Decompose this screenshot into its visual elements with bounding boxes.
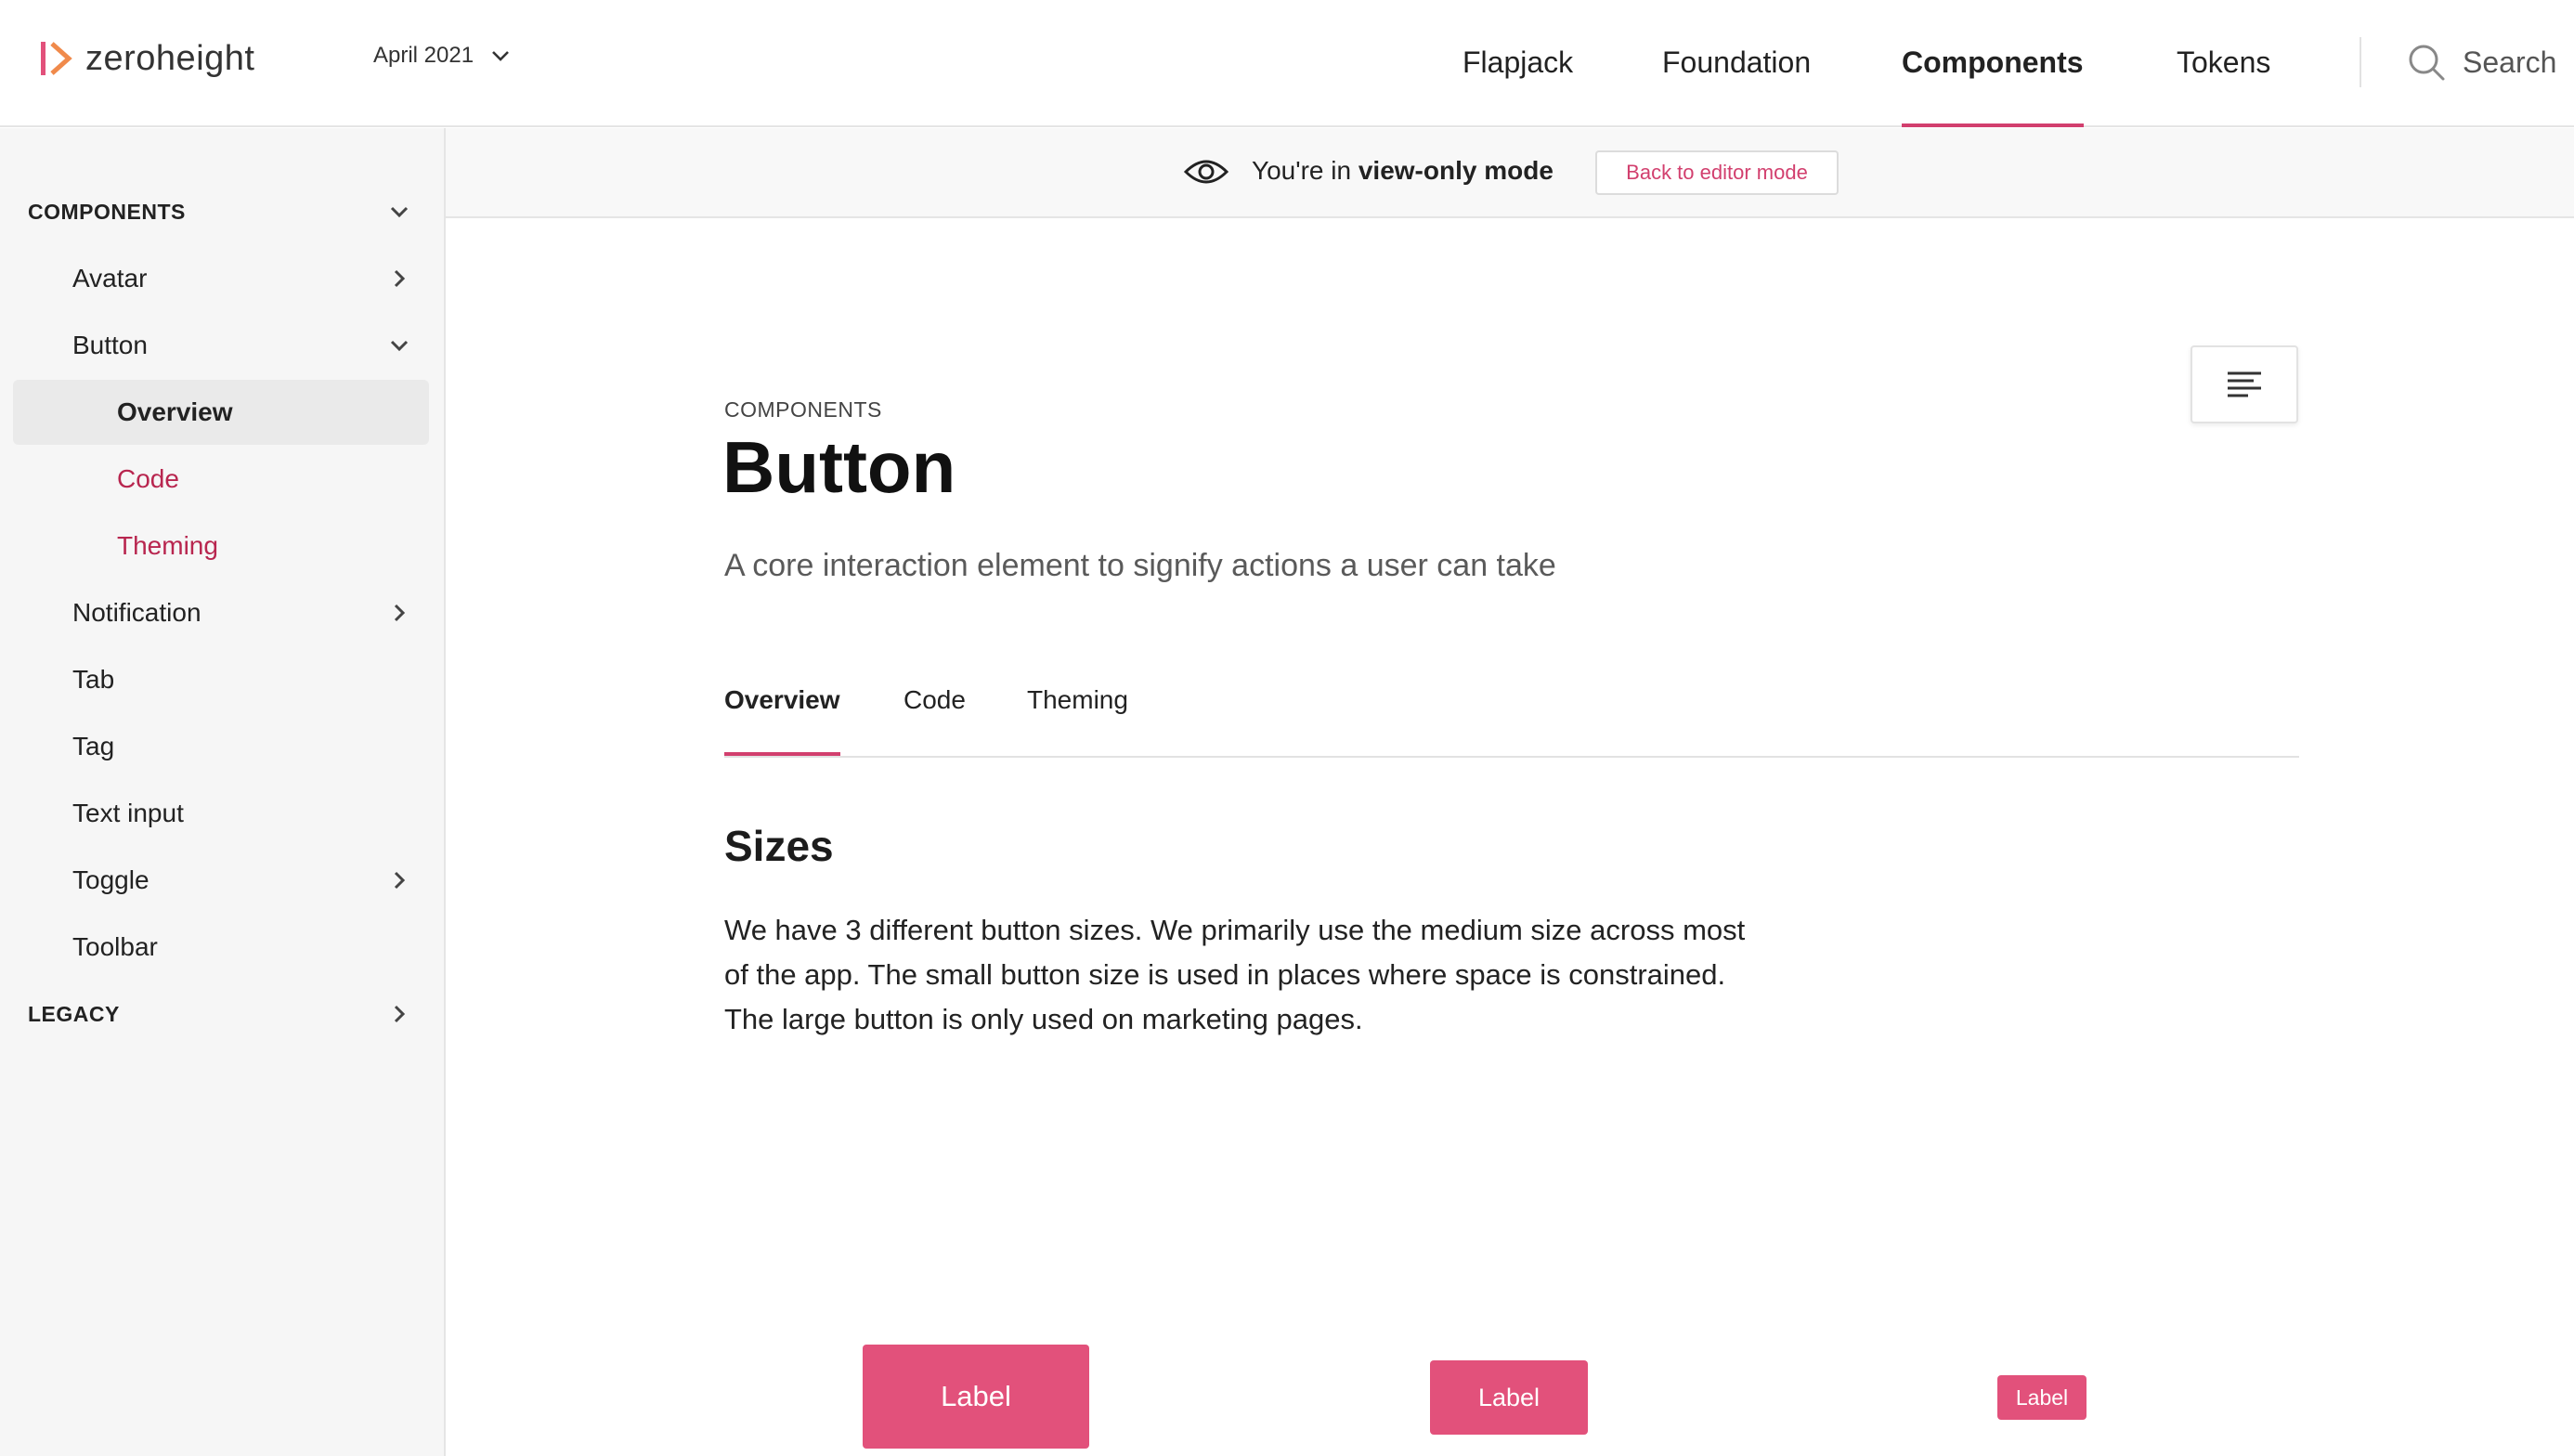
chevron-down-icon[interactable] xyxy=(388,201,410,223)
chevron-down-icon[interactable] xyxy=(388,334,410,357)
tab-theming[interactable]: Theming xyxy=(1027,685,1128,756)
sidebar-item-code[interactable]: Code xyxy=(13,447,429,512)
sidebar-item-label: Toolbar xyxy=(72,932,158,961)
page-subtitle: A core interaction element to signify ac… xyxy=(724,548,1556,583)
chevron-right-icon[interactable] xyxy=(388,602,410,624)
back-to-editor-button[interactable]: Back to editor mode xyxy=(1595,150,1839,195)
eye-icon xyxy=(1183,160,1229,184)
table-of-contents-icon xyxy=(2228,371,2261,397)
table-of-contents-button[interactable] xyxy=(2190,345,2298,423)
nav-tokens[interactable]: Tokens xyxy=(2177,39,2270,127)
page-title: Button xyxy=(722,426,956,508)
tab-code[interactable]: Code xyxy=(904,685,966,756)
nav-flapjack[interactable]: Flapjack xyxy=(1462,39,1573,127)
view-only-banner: You're in view-only mode Back to editor … xyxy=(446,128,2574,218)
top-nav: Flapjack Foundation Components Tokens xyxy=(0,39,2574,127)
sizes-description: We have 3 different button sizes. We pri… xyxy=(724,914,1746,1035)
sidebar-section-legacy[interactable]: LEGACY xyxy=(13,982,429,1046)
search-label: Search xyxy=(2463,45,2557,79)
sidebar-item-notification[interactable]: Notification xyxy=(13,580,429,645)
top-bar: zeroheight April 2021 Flapjack Foundatio… xyxy=(0,0,2574,127)
large-button-example[interactable]: Label xyxy=(863,1345,1089,1449)
view-only-message: You're in view-only mode xyxy=(1252,156,1554,186)
sidebar-item-label: Button xyxy=(72,331,148,359)
tab-overview[interactable]: Overview xyxy=(724,685,840,756)
page-tabs: Overview Code Theming xyxy=(724,669,2299,758)
chevron-right-icon[interactable] xyxy=(388,267,410,290)
section-heading-sizes: Sizes xyxy=(724,822,834,870)
sidebar-item-label: COMPONENTS xyxy=(28,199,186,224)
search-icon xyxy=(2409,45,2445,81)
sidebar-item-label: Toggle xyxy=(72,865,150,894)
sidebar-item-label: Code xyxy=(117,464,179,493)
sidebar-item-label: Text input xyxy=(72,799,184,827)
sidebar-item-text-input[interactable]: Text input xyxy=(13,781,429,846)
sidebar-item-label: Theming xyxy=(117,531,218,560)
sidebar-item-toolbar[interactable]: Toolbar xyxy=(13,915,429,980)
sidebar-section-components[interactable]: COMPONENTS xyxy=(13,179,429,244)
nav-components[interactable]: Components xyxy=(1902,39,2084,127)
medium-button-example[interactable]: Label xyxy=(1430,1360,1588,1435)
sidebar: COMPONENTS Avatar Button Overview Code T… xyxy=(0,128,446,1456)
sidebar-item-avatar[interactable]: Avatar xyxy=(13,246,429,311)
sidebar-item-tab[interactable]: Tab xyxy=(13,647,429,712)
view-only-prefix: You're in xyxy=(1252,156,1358,185)
sidebar-item-tag[interactable]: Tag xyxy=(13,714,429,779)
small-button-example[interactable]: Label xyxy=(1997,1375,2086,1420)
sidebar-item-label: Notification xyxy=(72,598,202,627)
sidebar-item-label: LEGACY xyxy=(28,1001,120,1026)
page-eyebrow: COMPONENTS xyxy=(724,397,882,422)
chevron-right-icon[interactable] xyxy=(388,869,410,891)
view-only-mode-label: view-only mode xyxy=(1358,156,1554,185)
nav-divider xyxy=(2360,37,2361,87)
sidebar-item-label: Tag xyxy=(72,732,115,760)
sidebar-item-button[interactable]: Button xyxy=(13,313,429,378)
sidebar-item-overview[interactable]: Overview xyxy=(13,380,429,445)
search-button[interactable]: Search xyxy=(2407,37,2556,87)
sidebar-item-label: Tab xyxy=(72,665,115,694)
sidebar-item-toggle[interactable]: Toggle xyxy=(13,848,429,913)
sidebar-item-theming[interactable]: Theming xyxy=(13,514,429,578)
sidebar-item-label: Avatar xyxy=(72,264,148,292)
chevron-right-icon[interactable] xyxy=(388,1003,410,1025)
sidebar-item-label: Overview xyxy=(117,397,233,426)
nav-foundation[interactable]: Foundation xyxy=(1662,39,1811,127)
